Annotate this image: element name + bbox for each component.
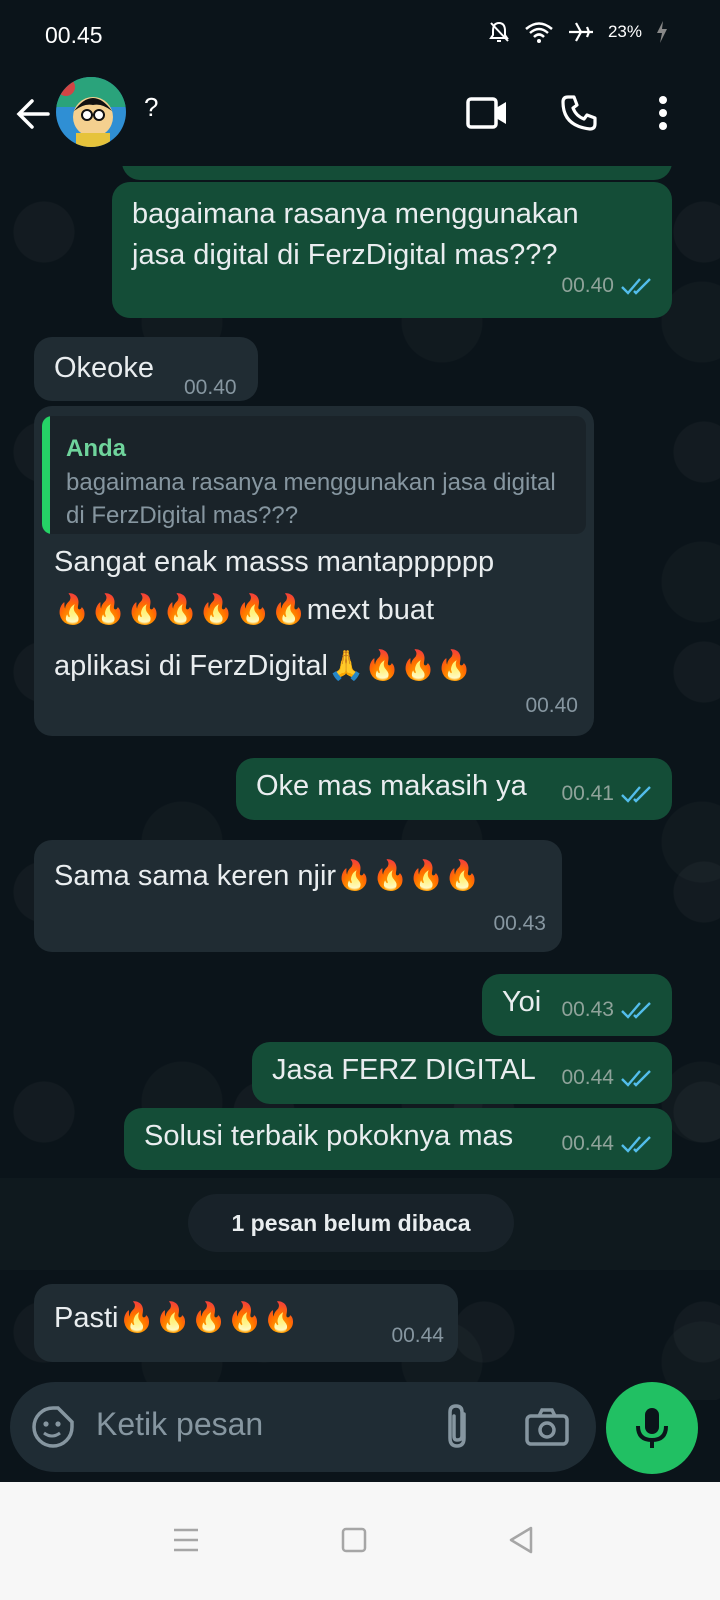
double-check-read-icon [621, 1069, 651, 1087]
message-text: Okeoke [54, 352, 154, 384]
status-time: 00.45 [45, 22, 103, 48]
message-text: Yoi [502, 986, 542, 1018]
voice-call-button[interactable] [556, 90, 602, 136]
home-icon[interactable] [334, 1520, 374, 1560]
avatar[interactable] [56, 77, 126, 147]
contact-name[interactable]: ? [144, 92, 158, 123]
message-bubble-outgoing[interactable]: bagaimana rasanya menggunakan jasa digit… [112, 182, 672, 318]
message-time: 00.40 [525, 694, 578, 717]
message-time: 00.43 [561, 998, 614, 1021]
message-bubble-outgoing[interactable]: Solusi terbaik pokoknya mas 00.44 [124, 1108, 672, 1170]
video-camera-icon [466, 97, 506, 129]
message-meta: 00.44 [561, 1123, 654, 1164]
unread-label: 1 pesan belum dibaca [188, 1194, 514, 1252]
camera-icon[interactable] [524, 1404, 570, 1450]
airplane-mode-icon [568, 22, 593, 42]
video-call-button[interactable] [464, 90, 510, 136]
charging-icon [657, 21, 667, 43]
message-input[interactable]: Ketik pesan [96, 1406, 263, 1443]
voice-record-button[interactable] [606, 1382, 698, 1474]
recent-apps-icon[interactable] [166, 1520, 206, 1560]
chat-header: ? [0, 70, 720, 166]
message-time: 00.40 [184, 376, 237, 399]
message-bubble-incoming-reply[interactable]: Anda bagaimana rasanya menggunakan jasa … [34, 406, 594, 736]
message-meta: 00.44 [561, 1057, 654, 1098]
message-text-line-3: aplikasi di FerzDigital🙏🔥🔥🔥 [54, 650, 473, 682]
message-bubble-outgoing[interactable]: Jasa FERZ DIGITAL 00.44 [252, 1042, 672, 1104]
back-triangle-icon[interactable] [502, 1520, 542, 1560]
more-options-button[interactable] [640, 90, 686, 136]
double-check-read-icon [621, 1135, 651, 1153]
message-text: Solusi terbaik pokoknya mas [144, 1120, 514, 1152]
sticker-emoji-icon[interactable] [30, 1404, 76, 1450]
message-text: Pasti🔥🔥🔥🔥🔥 [54, 1302, 300, 1334]
message-text-line-1: Sangat enak masss mantapppppp [54, 546, 495, 578]
status-icons: 23% [488, 20, 668, 44]
message-time: 00.44 [561, 1066, 614, 1089]
quote-bar [42, 416, 50, 534]
message-bubble-outgoing[interactable]: Yoi 00.43 [482, 974, 672, 1036]
bell-off-icon [489, 21, 509, 42]
wifi-icon [525, 22, 553, 43]
double-check-read-icon [621, 785, 651, 803]
message-text: Jasa FERZ DIGITAL [272, 1054, 536, 1086]
double-check-read-icon [621, 277, 651, 295]
back-arrow-icon[interactable] [14, 94, 54, 134]
double-check-read-icon [621, 1001, 651, 1019]
message-text: Oke mas makasih ya [256, 770, 527, 802]
message-time: 00.40 [561, 274, 614, 297]
battery-percent: 23% [607, 22, 642, 41]
message-bubble-incoming[interactable]: Pasti🔥🔥🔥🔥🔥 00.44 [34, 1284, 458, 1362]
message-composer: Ketik pesan [10, 1382, 596, 1472]
quote-author: Anda [66, 435, 126, 462]
unread-divider: 1 pesan belum dibaca [0, 1178, 720, 1270]
message-meta: 00.40 [561, 265, 654, 306]
message-text-line-2: 🔥🔥🔥🔥🔥🔥🔥mext buat [54, 594, 435, 626]
quote-text: bagaimana rasanya menggunakan jasa digit… [66, 469, 556, 529]
message-text: Sama sama keren njir🔥🔥🔥🔥 [54, 860, 481, 892]
message-time: 00.44 [561, 1132, 614, 1155]
phone-icon [561, 95, 597, 131]
more-vertical-icon [659, 96, 667, 130]
message-time: 00.41 [561, 782, 614, 805]
microphone-icon [636, 1408, 668, 1448]
system-nav-bar [0, 1482, 720, 1600]
quoted-message[interactable]: Anda bagaimana rasanya menggunakan jasa … [42, 416, 586, 534]
message-bubble-incoming[interactable]: Sama sama keren njir🔥🔥🔥🔥 00.43 [34, 840, 562, 952]
message-meta: 00.43 [561, 989, 654, 1030]
attach-paperclip-icon[interactable] [438, 1402, 478, 1452]
message-bubble-outgoing[interactable]: Oke mas makasih ya 00.41 [236, 758, 672, 820]
message-list[interactable]: bagaimana rasanya menggunakan jasa digit… [0, 166, 720, 1400]
message-time: 00.44 [391, 1324, 444, 1347]
message-bubble-outgoing-clipped[interactable] [122, 166, 672, 180]
message-time: 00.43 [493, 912, 546, 935]
message-bubble-incoming[interactable]: Okeoke 00.40 [34, 337, 258, 401]
status-bar: 00.45 23% [0, 0, 720, 70]
message-meta: 00.41 [561, 773, 654, 814]
message-text: bagaimana rasanya menggunakan jasa digit… [132, 198, 579, 271]
